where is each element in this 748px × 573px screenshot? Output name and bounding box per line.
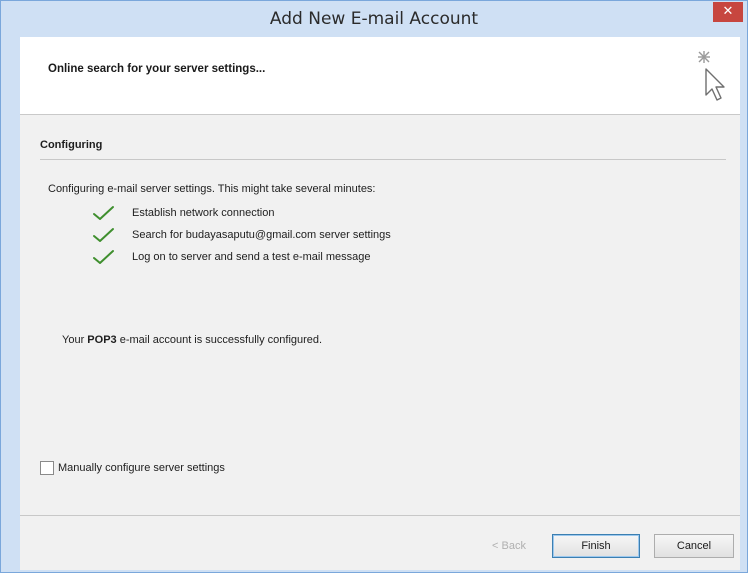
step-label: Establish network connection xyxy=(132,207,275,219)
section-title: Configuring xyxy=(40,139,103,151)
step-item: Log on to server and send a test e-mail … xyxy=(90,248,370,266)
checkmark-icon xyxy=(93,250,114,264)
checkmark-icon xyxy=(93,228,114,242)
close-button[interactable]: ✕ xyxy=(713,2,743,22)
page-title: Online search for your server settings..… xyxy=(48,63,266,75)
cursor-sparkle-icon xyxy=(698,51,725,101)
step-label: Log on to server and send a test e-mail … xyxy=(132,251,371,263)
finish-button[interactable]: Finish xyxy=(552,534,640,558)
protocol-name: POP3 xyxy=(87,334,117,346)
step-label: Search for budayasaputu@gmail.com server… xyxy=(132,229,391,241)
add-email-account-window: Add New E-mail Account ✕ Online search f… xyxy=(0,0,748,573)
manual-config-label[interactable]: Manually configure server settings xyxy=(58,462,225,474)
wizard-content: Configuring Configuring e-mail server se… xyxy=(20,115,740,515)
success-message: Your POP3 e-mail account is successfully… xyxy=(62,334,322,346)
back-button: < Back xyxy=(492,540,526,552)
button-bar: < Back Finish Cancel xyxy=(20,515,740,570)
manual-config-option[interactable]: Manually configure server settings xyxy=(40,461,225,475)
success-prefix: Your xyxy=(62,334,88,346)
manual-config-checkbox[interactable] xyxy=(40,461,54,475)
wizard-header: Online search for your server settings..… xyxy=(20,37,740,115)
configuring-intro-text: Configuring e-mail server settings. This… xyxy=(48,183,376,195)
cancel-button[interactable]: Cancel xyxy=(654,534,734,558)
section-divider xyxy=(40,159,726,160)
step-item: Search for budayasaputu@gmail.com server… xyxy=(90,226,391,244)
checkmark-icon xyxy=(93,206,114,220)
window-title: Add New E-mail Account xyxy=(269,9,479,29)
close-icon: ✕ xyxy=(722,4,734,19)
title-bar[interactable]: Add New E-mail Account ✕ xyxy=(1,1,747,37)
step-item: Establish network connection xyxy=(90,204,274,222)
success-suffix: e-mail account is successfully configure… xyxy=(116,334,323,346)
